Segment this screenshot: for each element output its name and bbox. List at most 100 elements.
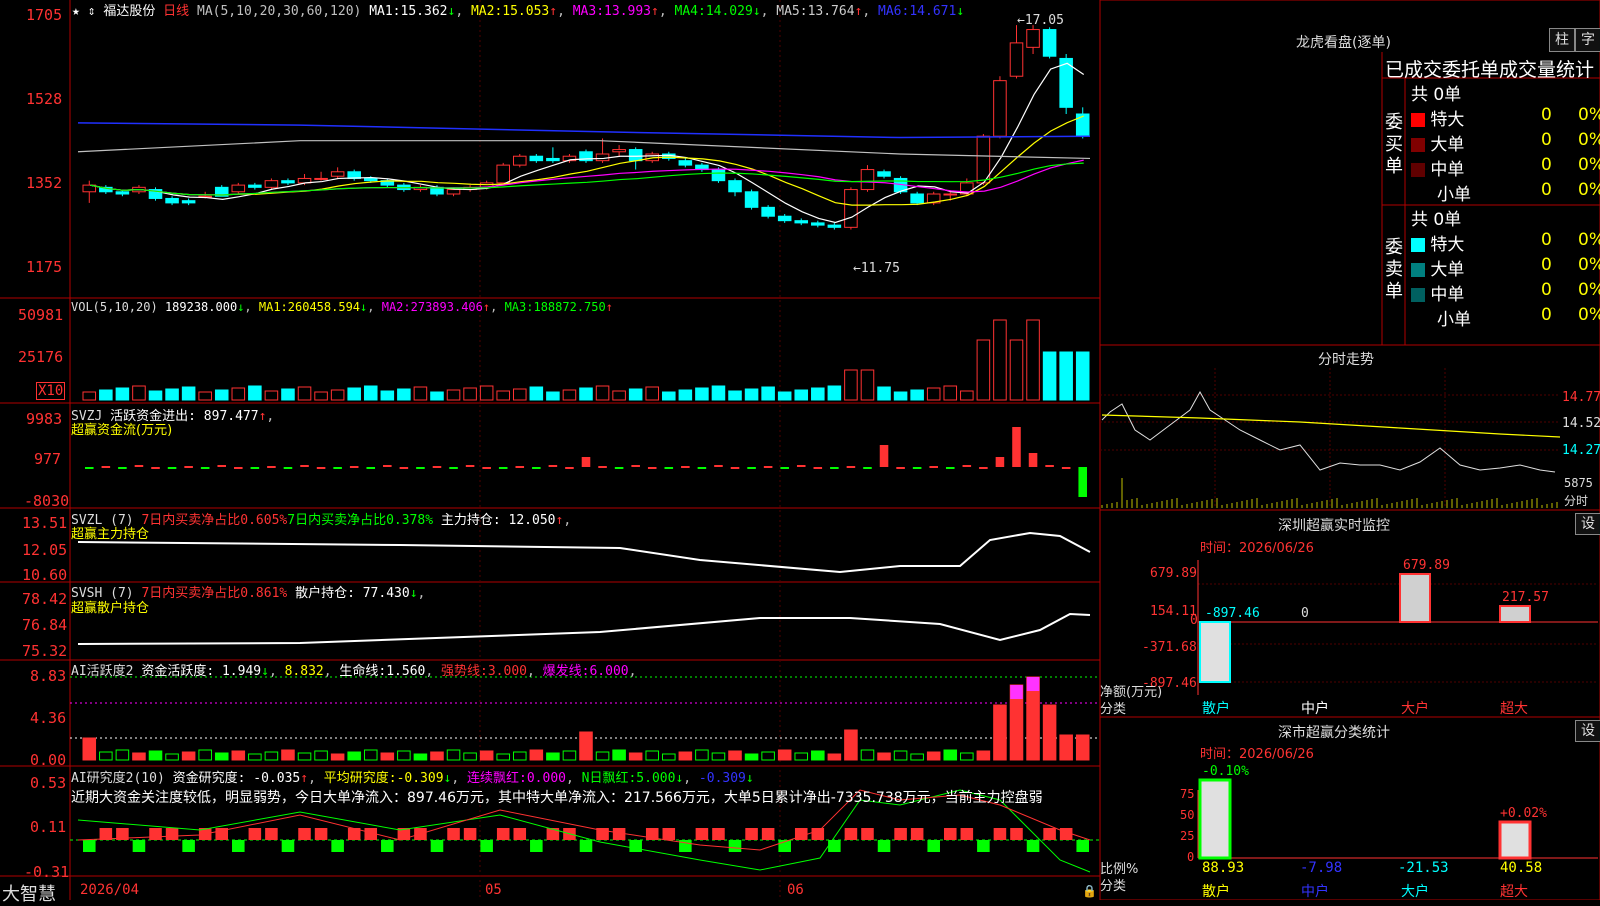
svsh-t1: 7日内买卖净占比0.861% <box>141 586 288 601</box>
volume-bar <box>181 386 196 401</box>
ai-active-value: 1.949 <box>221 664 262 679</box>
volume-bar <box>314 391 328 401</box>
star-icon[interactable]: ★ <box>72 4 80 19</box>
vol-title: VOL(5,10,20) <box>71 300 158 314</box>
flow-bar <box>796 465 806 467</box>
ai-avg-value: -0.309 <box>396 771 444 786</box>
high-price-marker: ←17.05 <box>1017 13 1064 28</box>
classify-bottom-value: 88.93 <box>1202 860 1245 876</box>
volume-bar <box>695 387 709 401</box>
flow-bar <box>167 467 177 469</box>
monitor-settings-button[interactable]: 设 <box>1575 513 1600 535</box>
research-bar <box>1026 840 1040 852</box>
date-axis-label: 05 <box>485 882 502 898</box>
activity-bar <box>976 750 991 761</box>
candle-body <box>827 224 842 228</box>
research-bar <box>496 828 510 840</box>
research-bar <box>331 840 344 852</box>
candle-body <box>446 189 461 195</box>
sell-xl-swatch <box>1411 238 1425 252</box>
activity-bar <box>347 751 361 761</box>
volume-bar <box>811 387 825 401</box>
buy-row-large: 大单 <box>1411 130 1464 155</box>
svzl-t2: 7日内买卖净占比0.378% <box>287 513 434 528</box>
price-axis-label: 1175 <box>26 258 63 276</box>
low-price-marker: ←11.75 <box>853 261 900 276</box>
sell-large-label: 大单 <box>1430 260 1465 280</box>
research-bar <box>314 828 328 840</box>
flow-bar <box>1012 427 1021 467</box>
svsh-label: 散户持仓: <box>295 586 355 601</box>
classify-settings-button[interactable]: 设 <box>1575 720 1600 742</box>
flow-bar <box>200 467 210 469</box>
flow-bar <box>449 467 458 469</box>
activity-bar <box>744 753 759 761</box>
activity-bar <box>877 752 891 761</box>
activity-bar <box>695 749 709 761</box>
flow-bar <box>366 467 376 469</box>
classify-bottom-value: -21.53 <box>1398 860 1449 876</box>
research-bar <box>182 840 195 852</box>
svzl-axis-label: 10.60 <box>22 566 68 584</box>
candle-body <box>330 171 345 177</box>
vol-unit-badge[interactable]: X10 <box>36 382 66 400</box>
volume-bar <box>512 388 527 401</box>
volume-bar <box>165 388 179 401</box>
research-bar <box>1010 828 1023 840</box>
candle-body <box>860 169 875 191</box>
monitor-category: 散户 <box>1202 701 1230 717</box>
flow-bar <box>1061 467 1071 469</box>
volume-bar <box>281 388 295 401</box>
research-bar <box>728 840 742 852</box>
volume-bar <box>347 387 361 401</box>
flow-bar <box>283 467 293 469</box>
candle-body <box>363 177 378 182</box>
ai-life-label: 生命线: <box>339 664 387 679</box>
research-bar <box>281 840 295 852</box>
text-view-button[interactable]: 字 <box>1575 28 1600 52</box>
activity-bar <box>612 749 626 761</box>
ma6-value: 14.671 <box>909 4 957 19</box>
classify-bottom-value: -7.98 <box>1300 860 1343 876</box>
volume-bar <box>529 386 544 401</box>
retail-holding-line <box>77 612 1091 645</box>
volume-bar <box>380 390 395 401</box>
candle-body <box>744 191 759 208</box>
ai-research-header: AI研究度2(10) 资金研究度: -0.035↑, 平均研究度:-0.309↓… <box>71 771 754 786</box>
candle-body <box>877 171 891 177</box>
flow-bar <box>465 465 475 467</box>
candle-body <box>231 184 246 193</box>
svsh-subtitle: 超赢散户持仓 <box>71 601 150 616</box>
svzj-axis-label: -8030 <box>24 492 70 510</box>
ai-burst-value: 6.000 <box>589 664 629 679</box>
sell-xl-pct: 0% <box>1578 230 1600 250</box>
flow-bar <box>896 467 905 469</box>
lock-icon[interactable]: 🔒 <box>1082 884 1097 898</box>
activity-bar <box>463 752 477 761</box>
main-chart-canvas[interactable] <box>0 0 1600 900</box>
flow-bar <box>912 467 922 469</box>
stock-name[interactable]: 福达股份 <box>103 4 155 19</box>
column-view-button[interactable]: 柱 <box>1549 28 1575 52</box>
monitor-category: 大户 <box>1401 701 1429 717</box>
activity-bar <box>546 752 560 761</box>
ma1-label: MA1: <box>369 4 401 19</box>
candle-body <box>1075 113 1090 137</box>
svzl-subtitle: 超赢主力持仓 <box>71 527 150 542</box>
monitor-axis-label: 679.89 <box>1150 566 1197 581</box>
activity-peak <box>1010 685 1023 699</box>
classify-category: 中户 <box>1301 884 1329 900</box>
period-label[interactable]: 日线 <box>163 4 189 19</box>
flow-bar <box>995 457 1005 467</box>
scroll-arrows-icon[interactable]: ⇕ <box>88 4 96 19</box>
volume-bar <box>82 391 97 401</box>
buy-mid-swatch <box>1411 163 1425 177</box>
sell-small-count: 0 <box>1541 305 1552 325</box>
price-axis-label: 1528 <box>26 90 63 108</box>
ai-avg-label: 平均研究度: <box>323 771 397 786</box>
research-bar <box>513 828 527 840</box>
volume-bar <box>463 387 477 401</box>
activity-bar <box>330 753 345 761</box>
sell-row-xl: 特大 <box>1411 230 1464 255</box>
classify-axis-label: 0 <box>1187 850 1195 864</box>
